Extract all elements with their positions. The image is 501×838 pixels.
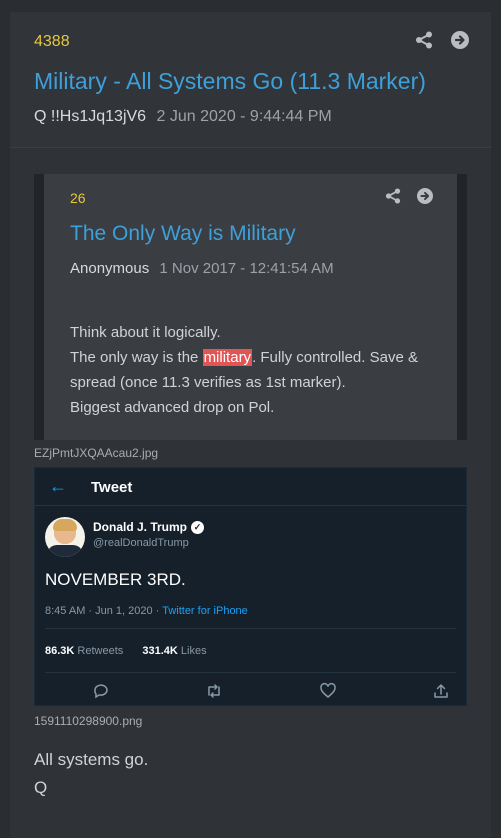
arrow-right-circle-icon[interactable] — [417, 188, 433, 204]
share-icon[interactable] — [415, 31, 433, 49]
post-meta: Q !!Hs1Jq13jV6 2 Jun 2020 - 9:44:44 PM — [34, 108, 332, 126]
quoted-line: The only way is the military. Fully cont… — [70, 345, 450, 370]
image-filename[interactable]: EZjPmtJXQAAcau2.jpg — [34, 446, 158, 460]
tweet-topbar: ← Tweet — [35, 468, 466, 506]
post-tripcode: !!Hs1Jq13jV6 — [50, 108, 147, 125]
tweet-screenshot[interactable]: ← Tweet Donald J. Trump ✓ @realDonaldTru… — [34, 467, 467, 706]
quoted-line: Biggest advanced drop on Pol. — [70, 399, 275, 416]
image-filename[interactable]: 1591110298900.png — [34, 714, 142, 728]
arrow-right-circle-icon[interactable] — [451, 31, 469, 49]
quoted-post-body: Think about it logically. The only way i… — [70, 320, 450, 420]
tweet-handle: @realDonaldTrump — [93, 537, 189, 549]
post-author: Q — [34, 108, 47, 125]
heart-icon — [319, 682, 337, 705]
post-number[interactable]: 4388 — [34, 33, 70, 51]
post-body: All systems go. Q — [34, 746, 148, 802]
quoted-line: spread (once 11.3 verifies as 1st marker… — [70, 374, 346, 391]
likes-label: Likes — [180, 645, 207, 657]
likes-count: 331.4K — [142, 645, 178, 657]
tweet-text: NOVEMBER 3RD. — [45, 570, 186, 589]
post-signature: Q — [34, 778, 48, 797]
quoted-post-date: 1 Nov 2017 - 12:41:54 AM — [159, 260, 334, 277]
quoted-text: The only way is the — [70, 349, 203, 366]
quoted-post-number[interactable]: 26 — [70, 190, 86, 206]
retweet-icon — [205, 682, 223, 705]
quoted-post-author: Anonymous — [70, 260, 150, 277]
quoted-line: Think about it logically. — [70, 324, 221, 341]
share-icon[interactable] — [385, 188, 401, 204]
tweet-header: Tweet — [91, 479, 133, 496]
quoted-post: 26 The Only Way is Military Anonymous 1 … — [34, 174, 467, 440]
divider — [45, 628, 456, 629]
share-upload-icon — [432, 682, 450, 705]
back-arrow-icon: ← — [49, 476, 67, 496]
post-title[interactable]: Military - All Systems Go (11.3 Marker) — [34, 68, 426, 95]
tweet-actions — [35, 682, 466, 702]
retweets-count: 86.3K — [45, 645, 75, 657]
tweet-stats: 86.3K Retweets 331.4K Likes — [45, 645, 207, 657]
tweet-source: Twitter for iPhone — [162, 605, 248, 617]
post-card: 4388 Military - All Systems Go (11.3 Mar… — [10, 12, 491, 838]
post-actions — [415, 31, 469, 49]
highlighted-word: military — [202, 349, 253, 366]
quoted-post-actions — [385, 188, 433, 204]
post-body-line: All systems go. — [34, 750, 149, 769]
quoted-post-title[interactable]: The Only Way is Military — [70, 222, 296, 246]
post-header: 4388 Military - All Systems Go (11.3 Mar… — [10, 12, 491, 148]
tweet-timestamp: 8:45 AM · Jun 1, 2020 · Twitter for iPho… — [45, 605, 248, 617]
reply-icon — [92, 682, 110, 705]
quoted-text: . Fully controlled. Save & — [252, 349, 418, 366]
quoted-post-meta: Anonymous 1 Nov 2017 - 12:41:54 AM — [70, 260, 334, 277]
tweet-time-text: 8:45 AM · Jun 1, 2020 · — [45, 605, 163, 617]
verified-icon: ✓ — [191, 520, 205, 534]
divider — [45, 672, 456, 673]
tweet-name-text: Donald J. Trump — [93, 520, 188, 534]
avatar — [45, 517, 85, 557]
post-date: 2 Jun 2020 - 9:44:44 PM — [156, 108, 332, 125]
retweets-label: Retweets — [77, 645, 124, 657]
tweet-author-name: Donald J. Trump ✓ — [93, 520, 205, 534]
